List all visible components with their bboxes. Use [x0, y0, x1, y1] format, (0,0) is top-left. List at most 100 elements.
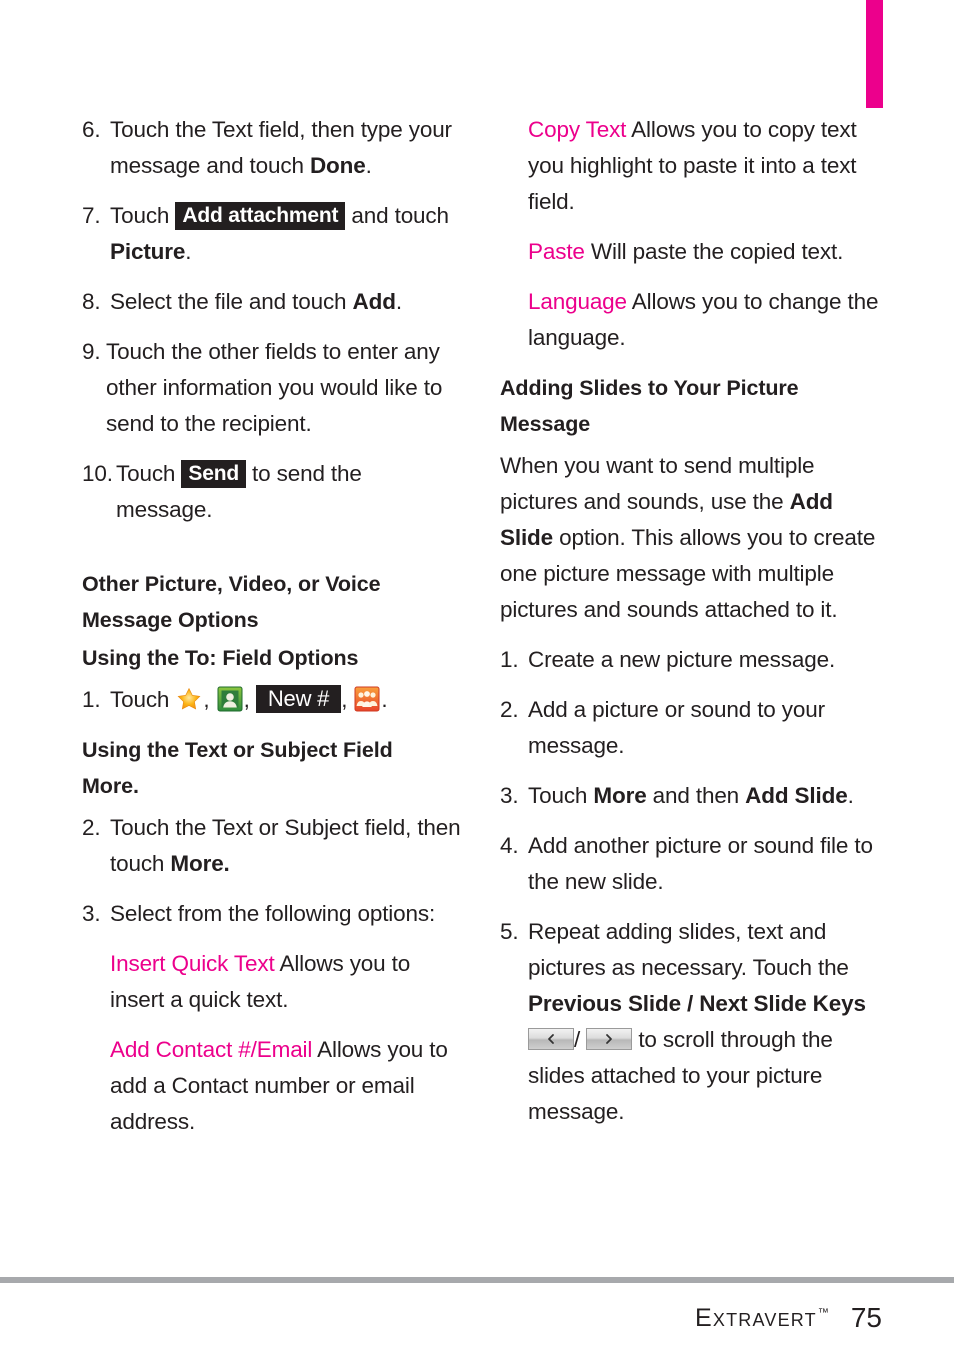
step-text: Select from the following options:: [110, 901, 436, 926]
contact-groups-icon[interactable]: [354, 686, 380, 712]
step-text-run: and touch: [345, 203, 449, 228]
list-item: 2. Add a picture or sound to your messag…: [500, 692, 880, 764]
brand-label: Extravert: [695, 1303, 817, 1332]
list-item: 3. Select from the following options:: [82, 896, 462, 932]
previous-slide-key-icon[interactable]: [528, 1028, 574, 1050]
right-column: Copy Text Allows you to copy text you hi…: [500, 112, 880, 1144]
option-definition: Insert Quick Text Allows you to insert a…: [82, 946, 462, 1018]
step-number: 1.: [82, 687, 101, 712]
heading-other-message-options: Other Picture, Video, or Voice Message O…: [82, 566, 462, 638]
next-slide-key-icon[interactable]: [586, 1028, 633, 1050]
option-definition: Copy Text Allows you to copy text you hi…: [500, 112, 880, 220]
icon-separator: ,: [341, 687, 348, 712]
list-item: 8. Select the file and touch Add.: [82, 284, 462, 320]
heading-adding-slides: Adding Slides to Your Picture Message: [500, 370, 880, 442]
heading-line: Other Picture, Video, or Voice: [82, 572, 381, 596]
step-text: Touch the other fields to enter any othe…: [106, 339, 443, 436]
step-number: 1.: [500, 647, 519, 672]
heading-text-subject-field: Using the Text or Subject Field More.: [82, 732, 462, 804]
step-text-run: Select the file and touch: [110, 289, 353, 314]
list-item-icons: 1. Touch , , New #, .: [82, 682, 462, 718]
list-item: 9. Touch the other fields to enter any o…: [82, 334, 462, 442]
step-number: 4.: [500, 833, 519, 858]
step-number: 2.: [82, 815, 101, 840]
trademark-symbol: ™: [817, 1306, 829, 1319]
contacts-person-icon[interactable]: [217, 686, 243, 712]
step-number: 7.: [82, 203, 101, 228]
step-text: Create a new picture message.: [528, 647, 836, 672]
brand-name: Extravert™: [695, 1304, 829, 1333]
step-text-bold: Previous Slide / Next Slide Keys: [528, 991, 866, 1016]
step-text-run: Touch: [110, 687, 176, 712]
step-number: 9.: [82, 339, 101, 364]
paragraph-run: When you want to send multiple pictures …: [500, 453, 815, 514]
step-text: Touch , , New #, .: [110, 682, 462, 718]
step-text: Touch the Text field, then type your mes…: [110, 112, 462, 184]
step-number: 5.: [500, 919, 519, 944]
step-text: Select the file and touch Add.: [110, 284, 462, 320]
step-text: Touch More and then Add Slide.: [528, 778, 880, 814]
option-term: Insert Quick Text: [110, 951, 275, 976]
step-text: Repeat adding slides, text and pictures …: [528, 914, 880, 1130]
key-separator: /: [574, 1027, 581, 1052]
list-item: 10. Touch Send to send the message.: [82, 456, 462, 528]
page-footer: Extravert™ 75: [0, 1288, 954, 1348]
step-text-run: Touch the Text field, then type your mes…: [110, 117, 452, 178]
heading-line: More.: [82, 774, 139, 798]
option-definition: Paste Will paste the copied text.: [500, 234, 880, 270]
option-term: Paste: [528, 239, 585, 264]
list-item: 7. Touch Add attachment and touch Pictur…: [82, 198, 462, 270]
step-text: Add a picture or sound to your message.: [528, 697, 825, 758]
option-description: Will paste the copied text.: [584, 239, 844, 264]
list-item: 2. Touch the Text or Subject field, then…: [82, 810, 462, 882]
add-attachment-chip[interactable]: Add attachment: [175, 202, 346, 230]
step-text-bold: Done: [309, 153, 366, 178]
step-number: 3.: [500, 783, 519, 808]
step-text-run: Touch: [116, 461, 182, 486]
step-number: 3.: [82, 901, 101, 926]
step-text-run: Touch: [528, 783, 594, 808]
list-item: 6. Touch the Text field, then type your …: [82, 112, 462, 184]
heading-line: Message Options: [82, 608, 259, 632]
step-text-bold: More.: [170, 851, 230, 876]
step-text: Touch Add attachment and touch Picture.: [110, 198, 462, 270]
favorites-star-icon[interactable]: [176, 686, 203, 712]
new-number-chip[interactable]: New #: [255, 685, 342, 713]
step-text-run: Repeat adding slides, text and pictures …: [528, 919, 849, 980]
step-text-bold: Add: [352, 289, 396, 314]
footer-divider: [0, 1277, 954, 1283]
page-number: 75: [850, 1302, 882, 1333]
step-text-bold: More: [593, 783, 647, 808]
step-text-run: Touch the Text or Subject field, then to…: [110, 815, 461, 876]
step-text-run: Touch: [110, 203, 176, 228]
heading-to-field-options: Using the To: Field Options: [82, 646, 359, 670]
option-term: Add Contact #/Email: [110, 1037, 313, 1062]
step-text-run: .: [847, 783, 854, 808]
left-column: 6. Touch the Text field, then type your …: [82, 112, 462, 1154]
two-column-layout: 6. Touch the Text field, then type your …: [0, 112, 954, 1154]
list-item: 1. Create a new picture message.: [500, 642, 880, 678]
heading-line: Adding Slides to Your Picture: [500, 376, 799, 400]
step-text: Touch Send to send the message.: [116, 456, 462, 528]
page-content: 6. Touch the Text field, then type your …: [0, 112, 954, 1154]
step-text-run: and then: [646, 783, 746, 808]
step-text-run: .: [365, 153, 372, 178]
option-definition: Add Contact #/Email Allows you to add a …: [82, 1032, 462, 1140]
list-item: 5. Repeat adding slides, text and pictur…: [500, 914, 880, 1130]
list-item: 4. Add another picture or sound file to …: [500, 828, 880, 900]
paragraph-run: option. This allows you to create one pi…: [500, 525, 876, 622]
step-text: Add another picture or sound file to the…: [528, 833, 873, 894]
send-chip[interactable]: Send: [181, 460, 246, 488]
step-text-run: .: [185, 239, 192, 264]
list-item: 3. Touch More and then Add Slide.: [500, 778, 880, 814]
step-text-bold: Add Slide: [745, 783, 848, 808]
heading-line: Message: [500, 412, 591, 436]
option-definition: Language Allows you to change the langua…: [500, 284, 880, 356]
icon-separator: ,: [243, 687, 250, 712]
step-text-bold: Picture: [110, 239, 186, 264]
option-term: Copy Text: [528, 117, 627, 142]
step-number: 10.: [82, 461, 113, 486]
step-number: 6.: [82, 117, 101, 142]
intro-paragraph: When you want to send multiple pictures …: [500, 448, 880, 628]
heading-line: Using the Text or Subject Field: [82, 738, 393, 762]
